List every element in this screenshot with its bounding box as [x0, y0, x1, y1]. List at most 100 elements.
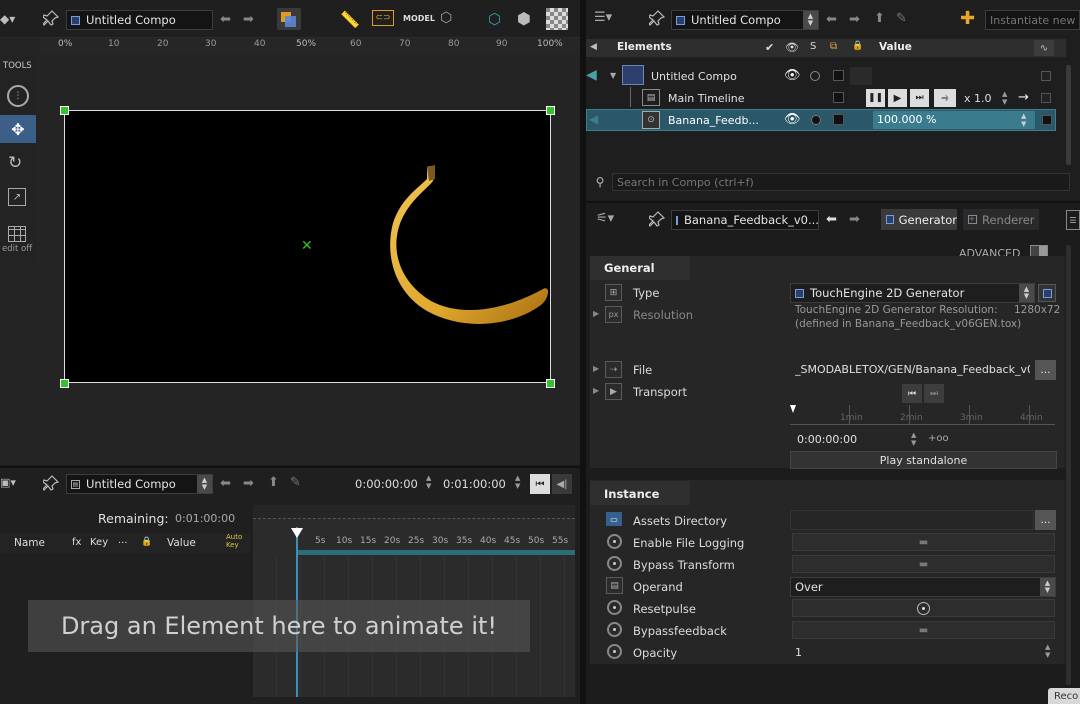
- play-standalone-button[interactable]: Play standalone: [790, 451, 1057, 469]
- type-select[interactable]: TouchEngine 2D Generator ▲ ▼: [790, 283, 1035, 303]
- elements-edit-icon[interactable]: ✎: [896, 11, 907, 26]
- timeline-current-time[interactable]: 0:00:00:00: [355, 477, 418, 491]
- auto-key-toggle[interactable]: Auto Key: [226, 533, 246, 549]
- layers-icon[interactable]: [277, 8, 301, 30]
- assets-browse-button[interactable]: …: [1035, 510, 1056, 530]
- handle-bottom-left[interactable]: [60, 379, 69, 388]
- elements-menu-icon[interactable]: ☰▾: [594, 10, 612, 25]
- scale-tool-icon[interactable]: ↗: [8, 188, 26, 206]
- expand-arrow-icon[interactable]: ▼: [610, 71, 616, 80]
- pause-icon[interactable]: ❚❚: [866, 89, 885, 107]
- bypass-transform-toggle[interactable]: ▬: [792, 555, 1055, 573]
- handle-top-right[interactable]: [546, 106, 555, 115]
- solo-radio[interactable]: [811, 115, 821, 125]
- file-expand-icon[interactable]: ▶: [593, 364, 599, 373]
- timeline-back-icon[interactable]: ⬅: [220, 476, 231, 491]
- step-back-icon[interactable]: ◀|: [552, 474, 572, 494]
- nav-forward-icon[interactable]: ➡: [243, 12, 254, 27]
- color-swatch[interactable]: [833, 70, 844, 81]
- opacity-field[interactable]: 100.000 % ▲ ▼: [873, 111, 1035, 129]
- timeline-track-bar[interactable]: [298, 550, 575, 555]
- timeline-pin-icon[interactable]: [42, 474, 60, 492]
- model-button[interactable]: MODEL: [403, 14, 435, 23]
- solo-radio[interactable]: [810, 71, 820, 81]
- tab-generator[interactable]: Generator: [881, 209, 957, 230]
- elements-forward-icon[interactable]: ➡: [849, 12, 860, 27]
- timeline-menu-icon[interactable]: ▣▾: [0, 476, 16, 489]
- transport-time[interactable]: 0:00:00:00: [797, 433, 857, 446]
- nav-back-icon[interactable]: ⬅: [220, 12, 231, 27]
- inspector-forward-icon[interactable]: ➡: [849, 212, 860, 227]
- transport-skip-start-icon[interactable]: ⏮: [902, 384, 922, 403]
- elements-back-icon[interactable]: ⬅: [826, 12, 837, 27]
- speed-spin[interactable]: ▲ ▼: [1002, 90, 1007, 106]
- element-row-timeline[interactable]: ▤ Main Timeline ❚❚ ▶ ⏭ ⥤ x 1.0 ▲ ▼ →: [586, 87, 1056, 109]
- file-browse-button[interactable]: …: [1035, 360, 1056, 380]
- move-tool-icon[interactable]: ✥: [0, 115, 36, 143]
- opacity-param-value[interactable]: 1: [795, 646, 802, 659]
- row-toggle[interactable]: [1041, 71, 1051, 81]
- inspector-back-icon[interactable]: ⬅: [826, 212, 837, 227]
- bypassfeedback-toggle[interactable]: ▬: [792, 621, 1055, 639]
- elements-compo-select[interactable]: Untitled Compo ▲ ▼: [671, 10, 819, 30]
- skip-end-icon[interactable]: ⏭: [910, 89, 929, 107]
- collapse-icon[interactable]: ◀: [590, 42, 597, 52]
- transport-scrubber[interactable]: 1min 2min 3min 4min: [790, 405, 1055, 425]
- opacity-spin[interactable]: ▲ ▼: [1021, 112, 1026, 128]
- timeline-up-icon[interactable]: ⬆: [268, 475, 279, 490]
- file-value[interactable]: _SMODABLETOX/GEN/Banana_Feedback_v0...: [795, 363, 1030, 376]
- visibility-icon[interactable]: 👁: [784, 68, 801, 83]
- waveform-icon[interactable]: ∿: [1034, 40, 1054, 56]
- back-arrow-icon[interactable]: ◀: [586, 67, 597, 83]
- elements-compo-spin[interactable]: ▲ ▼: [803, 11, 818, 29]
- view-menu-icon[interactable]: ◆▾: [0, 12, 15, 26]
- transport-skip-end-icon[interactable]: ⏭: [924, 384, 944, 403]
- anchor-marker[interactable]: ✕: [301, 239, 313, 253]
- add-element-icon[interactable]: ✚: [960, 8, 975, 29]
- checker-icon[interactable]: [546, 8, 568, 30]
- hexagon-icon[interactable]: ⬡: [488, 10, 501, 28]
- inspector-layout-icon[interactable]: ☰: [1066, 210, 1080, 230]
- handle-top-left[interactable]: [60, 106, 69, 115]
- row-toggle[interactable]: [1042, 115, 1052, 125]
- element-row-compo[interactable]: ◀ ▼ Untitled Compo 👁: [586, 65, 1056, 87]
- color-swatch[interactable]: [833, 92, 844, 103]
- node-icon[interactable]: ⊂⊃: [372, 10, 394, 26]
- composition-canvas[interactable]: ✕: [64, 110, 551, 383]
- element-row-banana[interactable]: ◀ ⊙ Banana_Feedb... 👁 100.000 % ▲ ▼: [586, 109, 1056, 131]
- cube-icon[interactable]: ⬡: [440, 10, 452, 26]
- search-input[interactable]: [612, 173, 1070, 191]
- timeline-edit-icon[interactable]: ✎: [290, 475, 301, 490]
- operand-select[interactable]: Over ▲ ▼: [790, 577, 1056, 597]
- rotate-tool-icon[interactable]: ↻: [8, 153, 22, 173]
- skip-start-icon[interactable]: ⏮: [530, 474, 550, 494]
- assets-dir-input[interactable]: [790, 510, 1034, 530]
- opacity-param-spin[interactable]: ▲ ▼: [1045, 643, 1050, 659]
- elements-scrollbar[interactable]: [1066, 65, 1071, 165]
- current-time-spin[interactable]: ▲ ▼: [426, 474, 431, 490]
- loop-icon[interactable]: ⥤: [934, 89, 956, 107]
- elements-search[interactable]: ⚲: [592, 172, 1070, 192]
- viewer-compo-select[interactable]: Untitled Compo: [66, 10, 213, 30]
- timeline-forward-icon[interactable]: ➡: [243, 476, 254, 491]
- transport-playhead[interactable]: [790, 405, 796, 413]
- ruler-icon[interactable]: 📏: [340, 10, 360, 29]
- end-time-spin[interactable]: ▲ ▼: [515, 474, 520, 490]
- pin-icon[interactable]: [42, 9, 60, 27]
- transport-expand-icon[interactable]: ▶: [593, 386, 599, 395]
- timeline-compo-spin[interactable]: ▲ ▼: [197, 475, 212, 493]
- instantiate-input[interactable]: [985, 10, 1080, 30]
- direction-icon[interactable]: →: [1018, 90, 1029, 105]
- enable-logging-toggle[interactable]: ▬: [792, 533, 1055, 551]
- dial-icon[interactable]: ⋮: [7, 85, 29, 107]
- operand-spin[interactable]: ▲ ▼: [1040, 578, 1055, 596]
- playhead-handle[interactable]: [291, 528, 303, 538]
- resolution-expand-icon[interactable]: ▶: [593, 309, 599, 318]
- grid-edit-icon[interactable]: [8, 226, 26, 242]
- resetpulse-button[interactable]: [792, 599, 1055, 617]
- transport-time-spin[interactable]: ▲ ▼: [911, 431, 916, 447]
- timeline-end-time[interactable]: 0:01:00:00: [443, 477, 506, 491]
- elements-up-icon[interactable]: ⬆: [874, 11, 885, 26]
- speed-value[interactable]: x 1.0: [964, 92, 992, 105]
- inspector-element-select[interactable]: Banana_Feedback_v0...: [671, 210, 819, 230]
